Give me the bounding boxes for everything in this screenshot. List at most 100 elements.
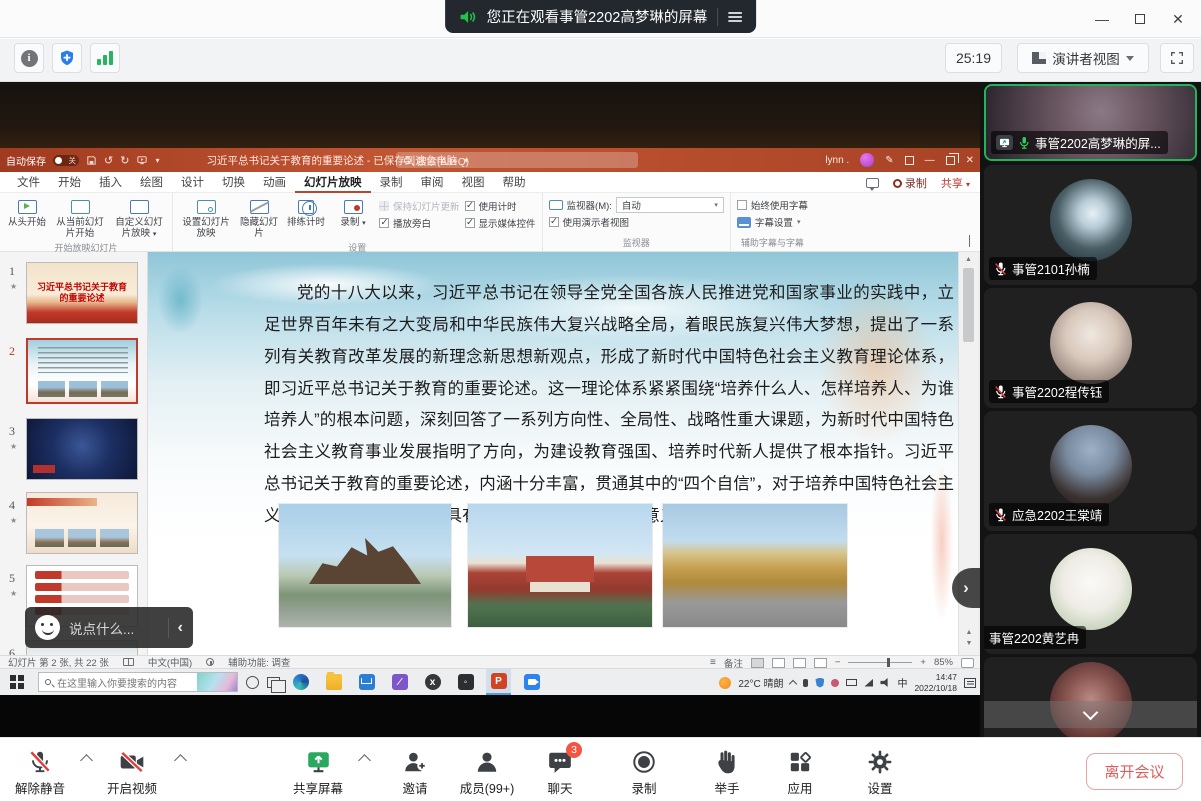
- taskbar-app-powerpoint[interactable]: P: [486, 669, 511, 695]
- leave-meeting-button[interactable]: 离开会议: [1086, 753, 1183, 790]
- zoom-level[interactable]: 85%: [934, 657, 953, 668]
- menu-record[interactable]: 录制: [371, 172, 412, 192]
- taskbar-app-edge[interactable]: [288, 669, 313, 695]
- meeting-info-button[interactable]: i: [14, 43, 44, 73]
- participant-tile[interactable]: 事管2101孙楠: [984, 165, 1197, 285]
- comments-icon[interactable]: [866, 178, 879, 188]
- taskbar-app-explorer[interactable]: [321, 669, 346, 695]
- menu-slideshow[interactable]: 幻灯片放映: [295, 172, 371, 193]
- weather-label[interactable]: 22°C 晴朗: [738, 675, 783, 690]
- apps-button[interactable]: 应用: [760, 748, 840, 797]
- participant-tile[interactable]: 事管2202程传钰: [984, 288, 1197, 408]
- play-narrations-checkbox[interactable]: 播放旁白: [379, 217, 460, 229]
- redo-icon[interactable]: ↻: [120, 154, 129, 167]
- taskbar-app-xbox[interactable]: x: [420, 669, 445, 695]
- slide-thumbnail-1[interactable]: 习近平总书记关于教育的重要论述: [26, 262, 138, 324]
- video-options-expander[interactable]: [174, 754, 187, 767]
- start-button[interactable]: [10, 675, 24, 689]
- scroll-down-button[interactable]: [984, 701, 1197, 728]
- security-button[interactable]: [52, 43, 82, 73]
- members-button[interactable]: 成员(99+): [447, 748, 527, 797]
- record-button[interactable]: 录制: [604, 748, 684, 797]
- taskbar-app-meeting[interactable]: [519, 669, 544, 695]
- ppt-close-icon[interactable]: ✕: [966, 155, 974, 166]
- chat-quick-input[interactable]: 说点什么... ‹: [25, 607, 193, 648]
- cortana-button[interactable]: [246, 676, 259, 689]
- ribbon-display-icon[interactable]: [905, 156, 914, 165]
- menu-review[interactable]: 审阅: [412, 172, 453, 192]
- language-label[interactable]: 中文(中国): [148, 655, 192, 669]
- minimize-button[interactable]: —: [1089, 6, 1115, 32]
- participant-tile[interactable]: 事管2202高梦琳的屏...: [984, 84, 1197, 161]
- ppt-search-box[interactable]: 搜索(Alt+Q): [396, 152, 638, 168]
- menu-home[interactable]: 开始: [49, 172, 90, 192]
- custom-slideshow-button[interactable]: 自定义幻灯片放映 ▾: [112, 196, 166, 240]
- menu-transitions[interactable]: 切换: [213, 172, 254, 192]
- mic-options-expander[interactable]: [80, 754, 93, 767]
- unmute-button[interactable]: 解除静音: [0, 748, 80, 797]
- taskbar-search[interactable]: 在这里输入你要搜索的内容: [38, 672, 238, 692]
- taskbar-app-mail[interactable]: [354, 669, 379, 695]
- from-current-slide-button[interactable]: 从当前幻灯片开始: [53, 196, 107, 240]
- hide-slide-button[interactable]: 隐藏幻灯片: [238, 196, 280, 240]
- close-button[interactable]: ✕: [1165, 6, 1191, 32]
- maximize-button[interactable]: [1127, 6, 1153, 32]
- chat-input-placeholder[interactable]: 说点什么...: [69, 618, 159, 638]
- taskbar-app-dark[interactable]: ◦: [453, 669, 478, 695]
- fullscreen-button[interactable]: [1160, 43, 1194, 73]
- emoji-icon[interactable]: [35, 615, 60, 640]
- normal-view-button[interactable]: [751, 658, 764, 668]
- view-mode-button[interactable]: 演讲者视图: [1017, 43, 1149, 73]
- ime-indicator[interactable]: 中: [897, 675, 907, 690]
- menu-file[interactable]: 文件: [8, 172, 49, 192]
- autosave-toggle[interactable]: 关: [53, 155, 79, 166]
- raise-hand-button[interactable]: 举手: [687, 748, 767, 797]
- share-options-expander[interactable]: [358, 754, 371, 767]
- save-icon[interactable]: [86, 155, 97, 166]
- invite-button[interactable]: 邀请: [375, 748, 455, 797]
- menu-design[interactable]: 设计: [172, 172, 213, 192]
- tray-mic-icon[interactable]: [803, 679, 808, 687]
- account-name[interactable]: lynn .: [825, 155, 849, 166]
- action-center-icon[interactable]: [964, 678, 976, 688]
- fit-slide-button[interactable]: [961, 658, 974, 668]
- slideshow-icon[interactable]: [136, 155, 148, 166]
- ppt-record-button[interactable]: 录制: [893, 175, 927, 191]
- account-avatar[interactable]: [860, 153, 874, 167]
- accessibility-label[interactable]: 辅助功能: 调查: [228, 655, 290, 669]
- use-timings-checkbox[interactable]: 使用计时: [465, 200, 536, 212]
- ppt-minimize-icon[interactable]: —: [925, 155, 935, 166]
- zoom-in-button[interactable]: +: [920, 657, 926, 668]
- tray-network-icon[interactable]: [864, 679, 873, 687]
- monitor-dropdown[interactable]: 自动▾: [616, 197, 724, 213]
- slide-thumbnail-3[interactable]: [26, 418, 138, 480]
- always-use-subtitles-checkbox[interactable]: 始终使用字幕: [737, 199, 808, 211]
- collapse-ribbon-button[interactable]: [969, 236, 970, 247]
- tray-keyboard-icon[interactable]: [846, 679, 857, 686]
- menu-help[interactable]: 帮助: [494, 172, 535, 192]
- ppt-restore-icon[interactable]: [946, 156, 955, 165]
- banner-menu-icon[interactable]: [728, 10, 742, 24]
- chat-button[interactable]: 3 聊天: [520, 748, 600, 797]
- settings-button[interactable]: 设置: [840, 748, 920, 797]
- participant-tile[interactable]: 应急2202王棠靖: [984, 411, 1197, 531]
- menu-view[interactable]: 视图: [453, 172, 494, 192]
- participant-tile[interactable]: 事管2202黄艺冉: [984, 534, 1197, 654]
- tray-shield-icon[interactable]: [815, 678, 824, 688]
- menu-draw[interactable]: 绘图: [131, 172, 172, 192]
- collapse-chat-icon[interactable]: ‹: [178, 619, 183, 637]
- task-view-button[interactable]: [267, 677, 280, 688]
- tray-volume-icon[interactable]: [880, 678, 890, 687]
- slide-thumbnail-4[interactable]: [26, 492, 138, 554]
- tray-expand-icon[interactable]: [789, 680, 797, 688]
- start-video-button[interactable]: 开启视频: [92, 748, 172, 797]
- zoom-slider[interactable]: [848, 662, 912, 664]
- qat-more-icon[interactable]: ▾: [155, 156, 159, 165]
- show-media-controls-checkbox[interactable]: 显示媒体控件: [465, 217, 536, 229]
- rehearse-timings-button[interactable]: 排练计时: [285, 196, 327, 229]
- undo-icon[interactable]: ↺: [104, 154, 113, 167]
- taskbar-clock[interactable]: 14:472022/10/18: [914, 672, 957, 693]
- from-beginning-button[interactable]: 从头开始: [6, 196, 48, 229]
- slideshow-view-button[interactable]: [814, 658, 827, 668]
- tray-app-icon[interactable]: [831, 679, 839, 687]
